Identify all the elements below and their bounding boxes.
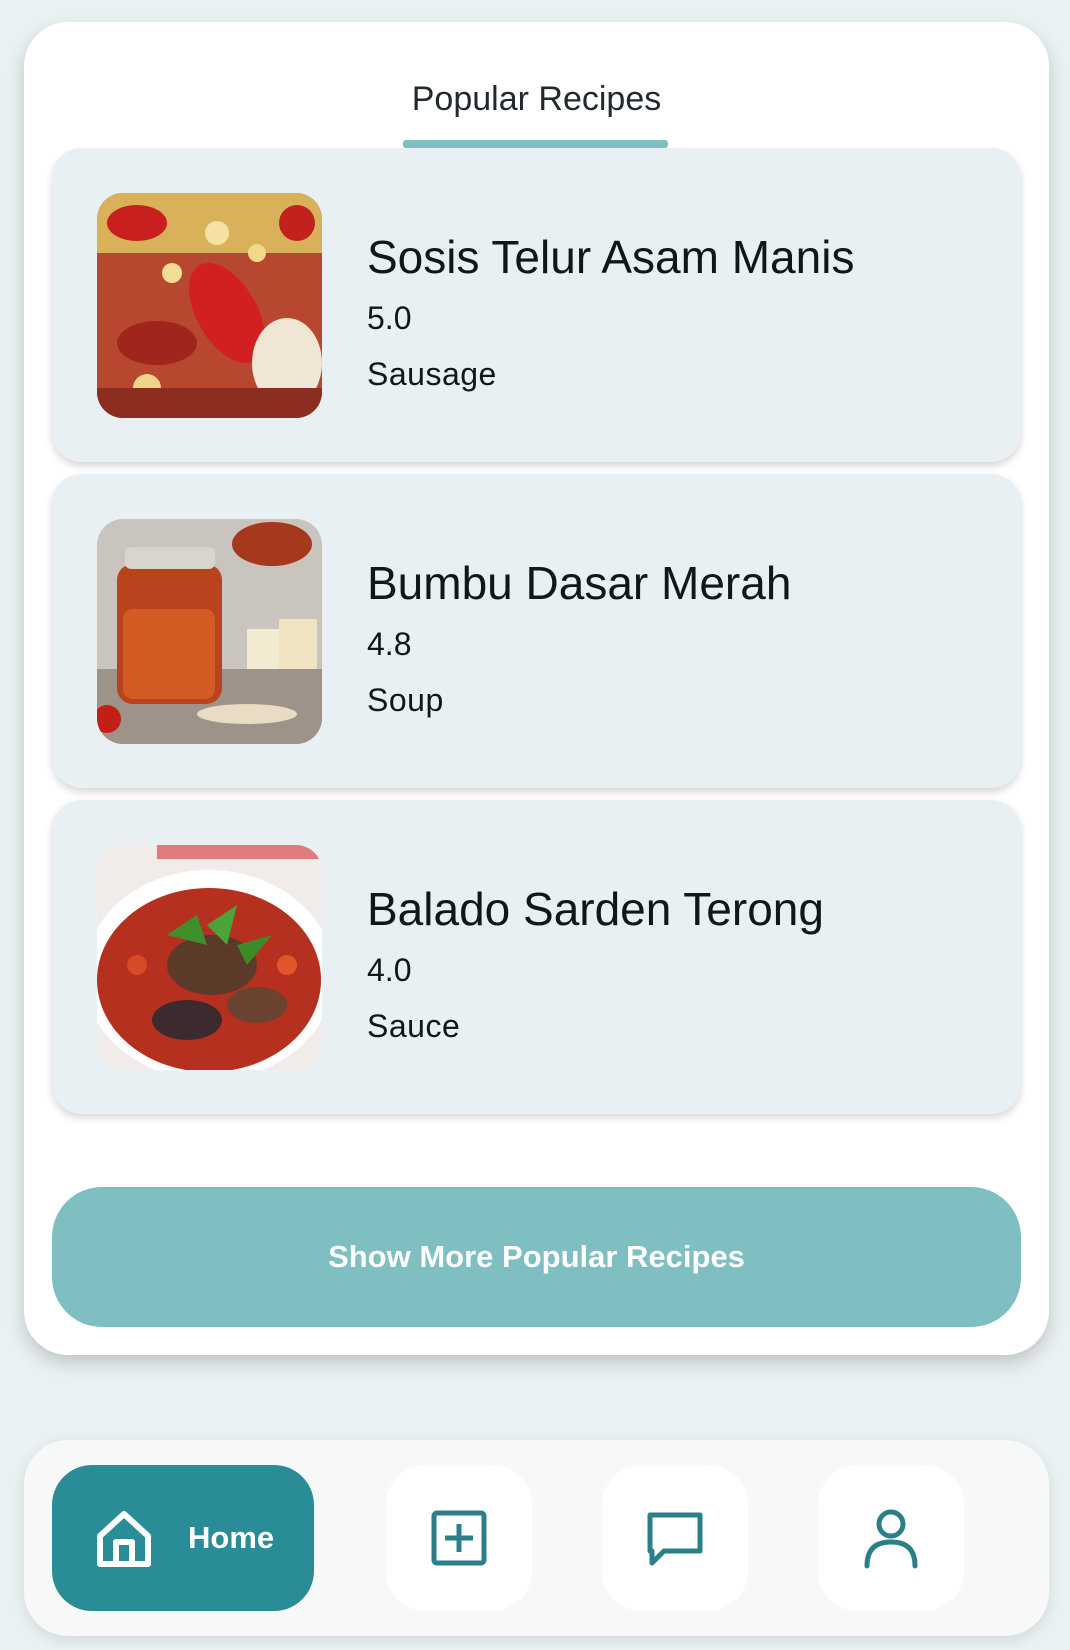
recipe-rating: 5.0: [367, 300, 412, 336]
recipe-rating: 4.8: [367, 626, 412, 662]
recipe-category: Sauce: [367, 1008, 461, 1044]
add-square-icon: [431, 1510, 487, 1566]
nav-add-recipe-button[interactable]: [386, 1465, 532, 1611]
popular-recipes-panel: Popular Recipes Sosis Telur Asam Manis 5…: [24, 22, 1049, 1355]
recipe-category: Soup: [367, 682, 444, 718]
user-icon: [864, 1509, 918, 1569]
recipe-image-sauce-jar: [97, 519, 322, 744]
nav-chat-button[interactable]: [602, 1465, 748, 1611]
recipe-image: [97, 845, 322, 1070]
recipe-image: [97, 519, 322, 744]
chat-bubble-icon: [647, 1512, 703, 1566]
home-icon: [97, 1511, 151, 1567]
recipe-card[interactable]: Bumbu Dasar Merah 4.8 Soup: [52, 474, 1021, 788]
tab-active-indicator: [403, 140, 668, 148]
recipe-title: Sosis Telur Asam Manis: [367, 231, 855, 283]
nav-home-button[interactable]: Home: [52, 1465, 314, 1611]
bottom-nav: Home: [24, 1440, 1049, 1636]
recipe-title: Bumbu Dasar Merah: [367, 557, 792, 609]
tab-popular-recipes[interactable]: Popular Recipes: [24, 80, 1049, 119]
recipe-image-sausage: [97, 193, 322, 418]
recipe-image-balado: [97, 845, 322, 1070]
recipe-category: Sausage: [367, 356, 497, 392]
show-more-popular-recipes-button[interactable]: Show More Popular Recipes: [52, 1187, 1021, 1327]
nav-home-label: Home: [188, 1520, 275, 1555]
recipe-title: Balado Sarden Terong: [367, 883, 824, 935]
recipe-image: [97, 193, 322, 418]
recipe-rating: 4.0: [367, 952, 412, 988]
nav-profile-button[interactable]: [818, 1465, 964, 1611]
recipe-card[interactable]: Sosis Telur Asam Manis 5.0 Sausage: [52, 148, 1021, 462]
recipe-card[interactable]: Balado Sarden Terong 4.0 Sauce: [52, 800, 1021, 1114]
